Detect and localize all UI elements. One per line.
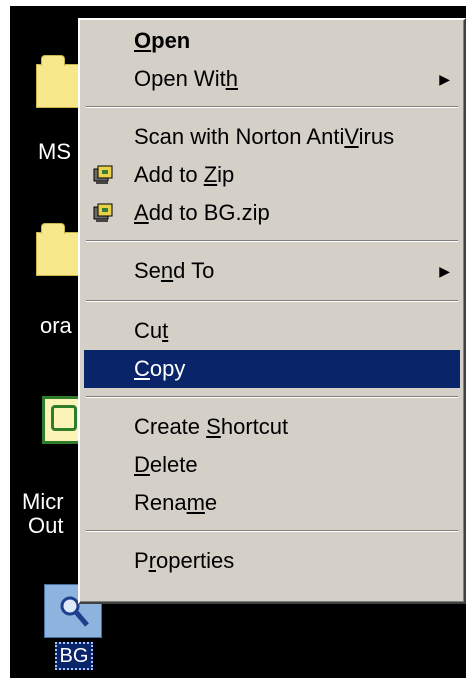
menu-separator: [86, 396, 458, 398]
menu-item-copy[interactable]: Copy: [84, 350, 460, 388]
menu-item-scan-norton[interactable]: Scan with Norton AntiVirus: [84, 118, 460, 156]
menu-item-delete[interactable]: Delete: [84, 446, 460, 484]
desktop-icon-label-outlook-line1[interactable]: Micr: [22, 490, 64, 514]
menu-item-open-with[interactable]: Open With ▶: [84, 60, 460, 98]
desktop: MS ora Micr Out BG Open Open With ▶ Scan…: [10, 6, 466, 678]
menu-item-add-to-bg-zip[interactable]: Add to BG.zip: [84, 194, 460, 232]
menu-separator: [86, 106, 458, 108]
desktop-icon-label-ms[interactable]: MS: [38, 140, 71, 164]
desktop-icon-label-outlook-line2[interactable]: Out: [28, 514, 63, 538]
menu-item-rename[interactable]: Rename: [84, 484, 460, 522]
winzip-icon: [93, 203, 113, 222]
context-menu: Open Open With ▶ Scan with Norton AntiVi…: [78, 18, 466, 604]
menu-separator: [86, 240, 458, 242]
menu-item-cut[interactable]: Cut: [84, 312, 460, 350]
folder-icon[interactable]: [36, 55, 84, 108]
folder-icon[interactable]: [36, 223, 84, 276]
winzip-icon: [93, 165, 113, 184]
menu-separator: [86, 530, 458, 532]
menu-item-properties[interactable]: Properties: [84, 542, 460, 580]
menu-item-open[interactable]: Open: [84, 22, 460, 60]
menu-separator: [86, 300, 458, 302]
desktop-icon-label-bg[interactable]: BG: [55, 642, 93, 670]
menu-item-create-shortcut[interactable]: Create Shortcut: [84, 408, 460, 446]
submenu-arrow-icon: ▶: [439, 71, 450, 87]
menu-item-add-to-zip[interactable]: Add to Zip: [84, 156, 460, 194]
submenu-arrow-icon: ▶: [439, 263, 450, 279]
desktop-icon-label-ora[interactable]: ora: [40, 314, 72, 338]
menu-item-send-to[interactable]: Send To ▶: [84, 252, 460, 290]
